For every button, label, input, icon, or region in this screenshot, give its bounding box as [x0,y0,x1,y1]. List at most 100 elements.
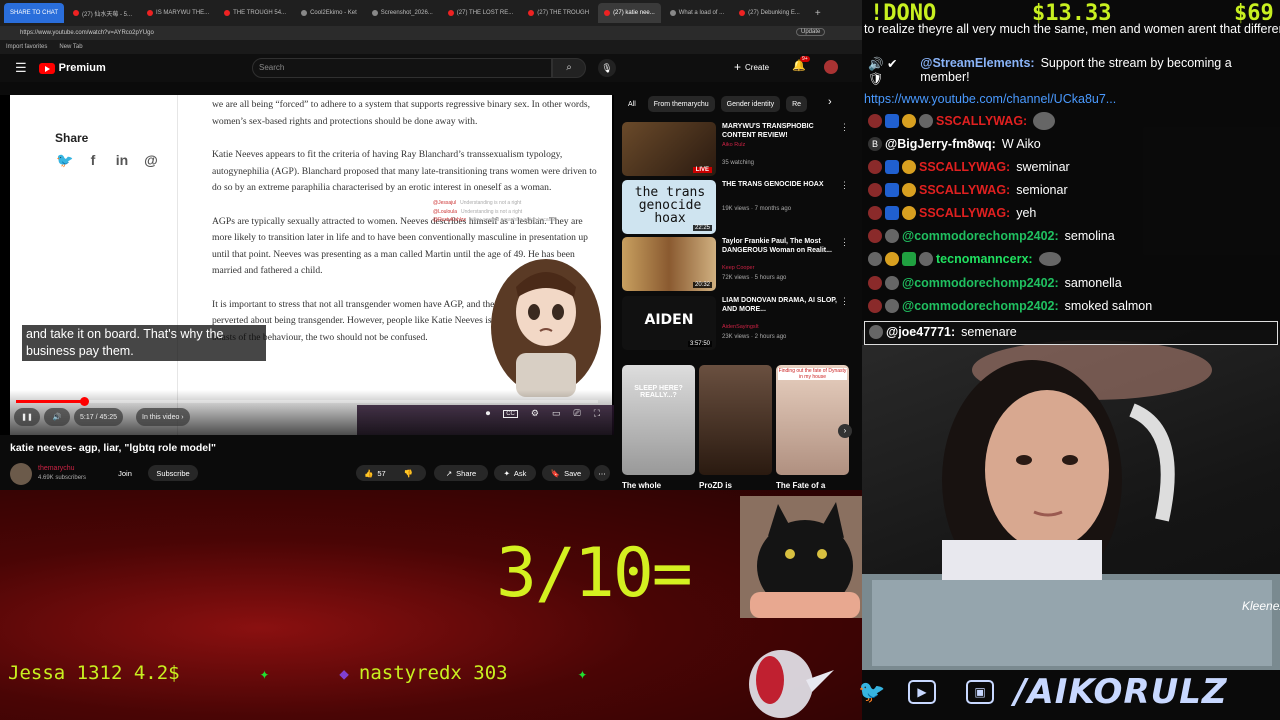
youtube-logo[interactable]: Premium [38,62,106,74]
create-button[interactable]: + Create [734,60,769,74]
miniplayer-icon[interactable]: ▭ [552,408,561,419]
chevron-right-icon[interactable]: › [828,96,832,108]
more-vert-icon[interactable]: ⋮ [840,180,849,191]
recommended-video[interactable]: AIDEN 3:57:50 LIAM DONOVAN DRAMA, AI SLO… [622,296,854,350]
recommended-video[interactable]: 20:32 Taylor Frankie Paul, The Most DANG… [622,237,854,291]
chip-related[interactable]: Re [786,96,808,112]
short-thumb-text: Finding out the fate of Dynasty in my ho… [778,368,847,380]
page-icon [371,10,378,16]
cast-icon[interactable]: ⎚ [573,408,580,419]
video-thumbnail[interactable]: AIDEN 3:57:50 [622,296,716,350]
webcam-feed: Kleenex [862,330,1280,670]
rec-title[interactable]: LIAM DONOVAN DRAMA, AI SLOP, AND MORE... [722,296,840,314]
duration-badge: 3:57:50 [687,341,712,347]
url-text: https://www.youtube.com/watch?v=AYRco2pY… [20,30,154,36]
search-icon[interactable]: ⌕ [552,58,586,78]
overlay-message: Understanding is not a right [460,200,522,206]
chip-gender-identity[interactable]: Gender identity [720,96,781,112]
thumbs-down-icon[interactable]: 👎 [404,469,413,478]
short-thumbnail[interactable]: Finding out the fate of Dynasty in my ho… [776,365,849,475]
system-badges: 🔊 ✔ 🛡 [868,57,898,86]
bookmark-item[interactable]: New Tab [59,44,82,50]
browser-tab[interactable]: THE TROUGH 54... [218,3,292,23]
settings-gear-icon[interactable]: ⚙ [531,408,539,419]
like-button[interactable]: 👍 57 👎 [356,465,426,481]
autoplay-toggle-icon[interactable]: ⏺ [486,408,491,419]
chat-message: @commodorechomp2402: semolina [862,229,1280,243]
browser-tab[interactable]: (27) THE LOST RE... [442,3,519,23]
browser-tab[interactable]: Cool2Ekimo - Ket [295,3,363,23]
short-thumbnail[interactable]: SLEEP HERE? REALLY...? [622,365,695,475]
chat-link[interactable]: https://www.youtube.com/channel/UCka8u7.… [862,92,1280,106]
short-title[interactable]: The Fate of a [776,481,825,490]
volume-button[interactable]: 🔊 [44,408,70,426]
rec-channel[interactable]: Aiko Rulz [722,142,745,148]
rec-channel[interactable]: Keep Cooper [722,265,754,271]
ask-button[interactable]: ✦ Ask [494,465,536,481]
recommended-video[interactable]: the trans genocide hoax 22:25 THE TRANS … [622,180,854,234]
chip-all[interactable]: All [622,96,642,112]
new-tab-button[interactable]: + [809,3,827,23]
subscribe-button[interactable]: Subscribe [148,465,198,481]
rec-title[interactable]: THE TRANS GENOCIDE HOAX [722,180,840,189]
chat-text: semolina [1064,229,1115,243]
browser-tab[interactable]: (27) Debunking E... [733,3,806,23]
progress-bar[interactable] [16,397,598,406]
chevron-right-icon[interactable]: › [838,424,852,438]
channel-avatar[interactable] [10,463,32,485]
notifications-bell-icon[interactable]: 🔔 9+ [792,56,810,72]
channel-name[interactable]: themarychu [38,465,75,472]
video-thumbnail[interactable]: the trans genocide hoax 22:25 [622,180,716,234]
video-thumbnail[interactable]: LIVE [622,122,716,176]
progress-scrubber[interactable] [79,397,89,406]
search-input[interactable]: Search [252,58,552,78]
video-player[interactable]: Share 🐦 f in @ we are all being “forced”… [0,95,614,435]
share-button[interactable]: ↗ Share [434,465,488,481]
browser-tab[interactable]: Screenshot_2026... [366,3,439,23]
user-avatar[interactable] [824,60,838,74]
browser-tab[interactable]: (27) THE TROUGH [522,3,595,23]
browser-tab[interactable]: What a load of ... [664,3,730,23]
ask-label: Ask [513,468,527,478]
browser-tab[interactable]: IS MARYWU THE... [141,3,215,23]
more-vert-icon[interactable]: ⋮ [840,296,849,307]
rec-title[interactable]: MARYWU'S TRANSPHOBIC CONTENT REVIEW! [722,122,840,140]
vtuber-avatar [491,259,601,397]
notification-count: 9+ [800,56,810,62]
join-button[interactable]: Join [110,465,140,481]
ticker-entry: nastyredx 303 [358,662,508,684]
recommended-video[interactable]: LIVE MARYWU'S TRANSPHOBIC CONTENT REVIEW… [622,122,854,176]
save-button[interactable]: 🔖 Save [542,465,590,481]
tab-label: What a load of ... [678,10,725,16]
browser-tab[interactable]: SHARE TO CHAT [4,3,65,23]
browser-tab[interactable]: (27) 仙水天莓 - 5... [67,3,138,23]
browser-tab-active[interactable]: (27) katie nee... [598,3,661,23]
bookmark-item[interactable]: Import favorites [6,44,47,50]
short-title[interactable]: ProZD is [699,481,732,490]
youtube-icon [739,10,746,16]
user-badge-icon [868,299,882,313]
short-thumbnail[interactable] [699,365,772,475]
chat-username: @commodorechomp2402: [902,229,1059,243]
more-vert-icon[interactable]: ⋮ [840,122,849,133]
rec-channel[interactable]: AidenSayingsIt [722,324,759,330]
chat-panel: to realize theyre all very much the same… [862,20,1280,345]
chat-username: @commodorechomp2402: [902,299,1059,313]
more-vert-icon[interactable]: ⋮ [840,237,849,248]
chapter-button[interactable]: In this video › [136,408,190,426]
more-actions-icon[interactable]: ⋯ [594,465,610,481]
chat-message: SSCALLYWAG: sweminar [862,160,1280,174]
chip-from-channel[interactable]: From themarychu [647,96,715,112]
update-button[interactable]: Update [796,28,826,36]
rec-title[interactable]: Taylor Frankie Paul, The Most DANGEROUS … [722,237,840,255]
bookmarks-bar: Import favorites New Tab [0,40,862,54]
short-title[interactable]: The whole [622,481,661,490]
address-bar[interactable]: https://www.youtube.com/watch?v=AYRco2pY… [0,26,862,40]
video-thumbnail[interactable]: 20:32 [622,237,716,291]
captions-icon[interactable]: CC [503,409,518,418]
pause-button[interactable]: ❚❚ [14,408,40,426]
rec-meta: 19K views · 7 months ago [722,206,792,212]
microphone-icon[interactable]: 🎙 [598,59,616,77]
hamburger-menu-icon[interactable]: ☰ [15,60,27,76]
fullscreen-icon[interactable]: ⛶ [594,408,600,419]
